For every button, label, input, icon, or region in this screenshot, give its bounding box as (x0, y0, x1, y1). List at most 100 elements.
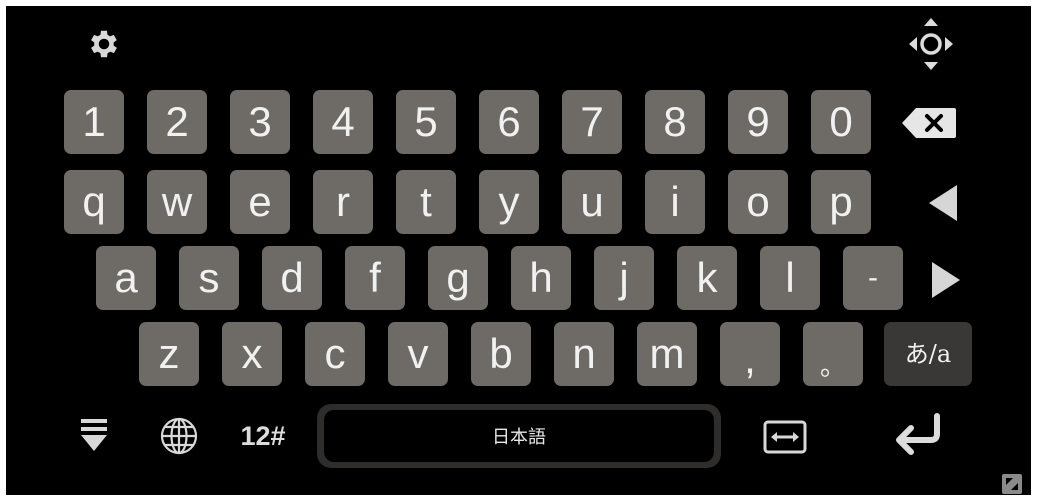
settings-button[interactable] (84, 24, 124, 64)
space-bar-inner: 日本語 (324, 410, 714, 462)
key-a[interactable]: a (96, 246, 156, 310)
key-label: e (248, 178, 272, 225)
space-bar[interactable]: 日本語 (317, 404, 721, 468)
key-label: 1 (82, 98, 106, 145)
key-u[interactable]: u (562, 170, 622, 234)
key-z[interactable]: z (139, 322, 199, 386)
key-o[interactable]: o (728, 170, 788, 234)
key-label: , (744, 335, 756, 382)
key-label: 8 (663, 98, 687, 145)
key-x[interactable]: x (222, 322, 282, 386)
resize-width-button[interactable] (758, 414, 812, 460)
key-i[interactable]: i (645, 170, 705, 234)
key-label: t (420, 178, 432, 225)
key-label: o (746, 178, 770, 225)
key-b[interactable]: b (471, 322, 531, 386)
key-label: 7 (580, 98, 604, 145)
key-label: a (114, 254, 138, 301)
key-r[interactable]: r (313, 170, 373, 234)
key-p[interactable]: p (811, 170, 871, 234)
key-label: d (280, 254, 304, 301)
resize-corner-icon (1002, 474, 1022, 494)
key-label: l (785, 254, 795, 301)
key-d[interactable]: d (262, 246, 322, 310)
kana-toggle-key[interactable]: あ/a (884, 322, 972, 386)
key-label: - (868, 261, 878, 294)
key-label: m (649, 330, 685, 377)
key-label: i (670, 178, 680, 225)
arrow-right-icon (932, 262, 960, 298)
key-comma[interactable]: , (720, 322, 780, 386)
symbols-label: 12# (240, 420, 286, 451)
key-period[interactable]: 。 (803, 322, 863, 386)
enter-icon (896, 413, 940, 455)
cursor-left-key[interactable] (918, 178, 968, 228)
key-f[interactable]: f (345, 246, 405, 310)
arrow-left-icon (929, 185, 957, 221)
key-g[interactable]: g (428, 246, 488, 310)
backspace-key[interactable] (894, 98, 964, 148)
key-3[interactable]: 3 (230, 90, 290, 154)
key-label: q (82, 178, 106, 225)
key-label: r (336, 178, 350, 225)
key-hyphen[interactable]: - (843, 246, 903, 310)
key-label: 0 (829, 98, 853, 145)
key-label: j (619, 254, 629, 301)
key-label: 3 (248, 98, 272, 145)
key-label: g (446, 254, 470, 301)
key-label: w (161, 178, 193, 225)
key-label: k (696, 254, 718, 301)
resize-corner-handle[interactable] (1002, 474, 1022, 494)
key-8[interactable]: 8 (645, 90, 705, 154)
key-s[interactable]: s (179, 246, 239, 310)
key-t[interactable]: t (396, 170, 456, 234)
key-7[interactable]: 7 (562, 90, 622, 154)
hide-keyboard-icon (81, 419, 107, 451)
key-1[interactable]: 1 (64, 90, 124, 154)
space-bar-label: 日本語 (492, 427, 546, 448)
key-label: x (241, 330, 263, 377)
key-e[interactable]: e (230, 170, 290, 234)
key-label: s (198, 254, 220, 301)
key-label: 2 (165, 98, 189, 145)
move-arrows-icon (909, 18, 953, 70)
key-label: u (580, 178, 604, 225)
symbols-key[interactable]: 12# (228, 416, 298, 456)
key-w[interactable]: w (147, 170, 207, 234)
key-label: f (369, 254, 381, 301)
move-keyboard-handle[interactable] (906, 14, 956, 74)
key-6[interactable]: 6 (479, 90, 539, 154)
key-k[interactable]: k (677, 246, 737, 310)
resize-width-icon (763, 420, 807, 454)
language-switch-button[interactable] (155, 414, 203, 458)
key-9[interactable]: 9 (728, 90, 788, 154)
key-label: b (489, 330, 513, 377)
key-v[interactable]: v (388, 322, 448, 386)
key-label: 。 (819, 352, 846, 382)
enter-key[interactable] (888, 406, 948, 462)
key-q[interactable]: q (64, 170, 124, 234)
key-label: あ/a (904, 340, 952, 368)
key-label: n (572, 330, 596, 377)
key-label: c (324, 330, 346, 377)
key-l[interactable]: l (760, 246, 820, 310)
key-2[interactable]: 2 (147, 90, 207, 154)
key-j[interactable]: j (594, 246, 654, 310)
cursor-right-key[interactable] (921, 255, 971, 305)
globe-icon (160, 417, 198, 455)
key-label: 6 (497, 98, 521, 145)
key-m[interactable]: m (637, 322, 697, 386)
key-h[interactable]: h (511, 246, 571, 310)
key-y[interactable]: y (479, 170, 539, 234)
key-c[interactable]: c (305, 322, 365, 386)
key-label: v (407, 330, 429, 377)
key-label: 4 (331, 98, 355, 145)
key-4[interactable]: 4 (313, 90, 373, 154)
key-5[interactable]: 5 (396, 90, 456, 154)
hide-keyboard-button[interactable] (72, 410, 116, 460)
gear-icon (91, 30, 117, 58)
key-0[interactable]: 0 (811, 90, 871, 154)
key-label: h (529, 254, 553, 301)
key-n[interactable]: n (554, 322, 614, 386)
backspace-icon (902, 108, 956, 138)
